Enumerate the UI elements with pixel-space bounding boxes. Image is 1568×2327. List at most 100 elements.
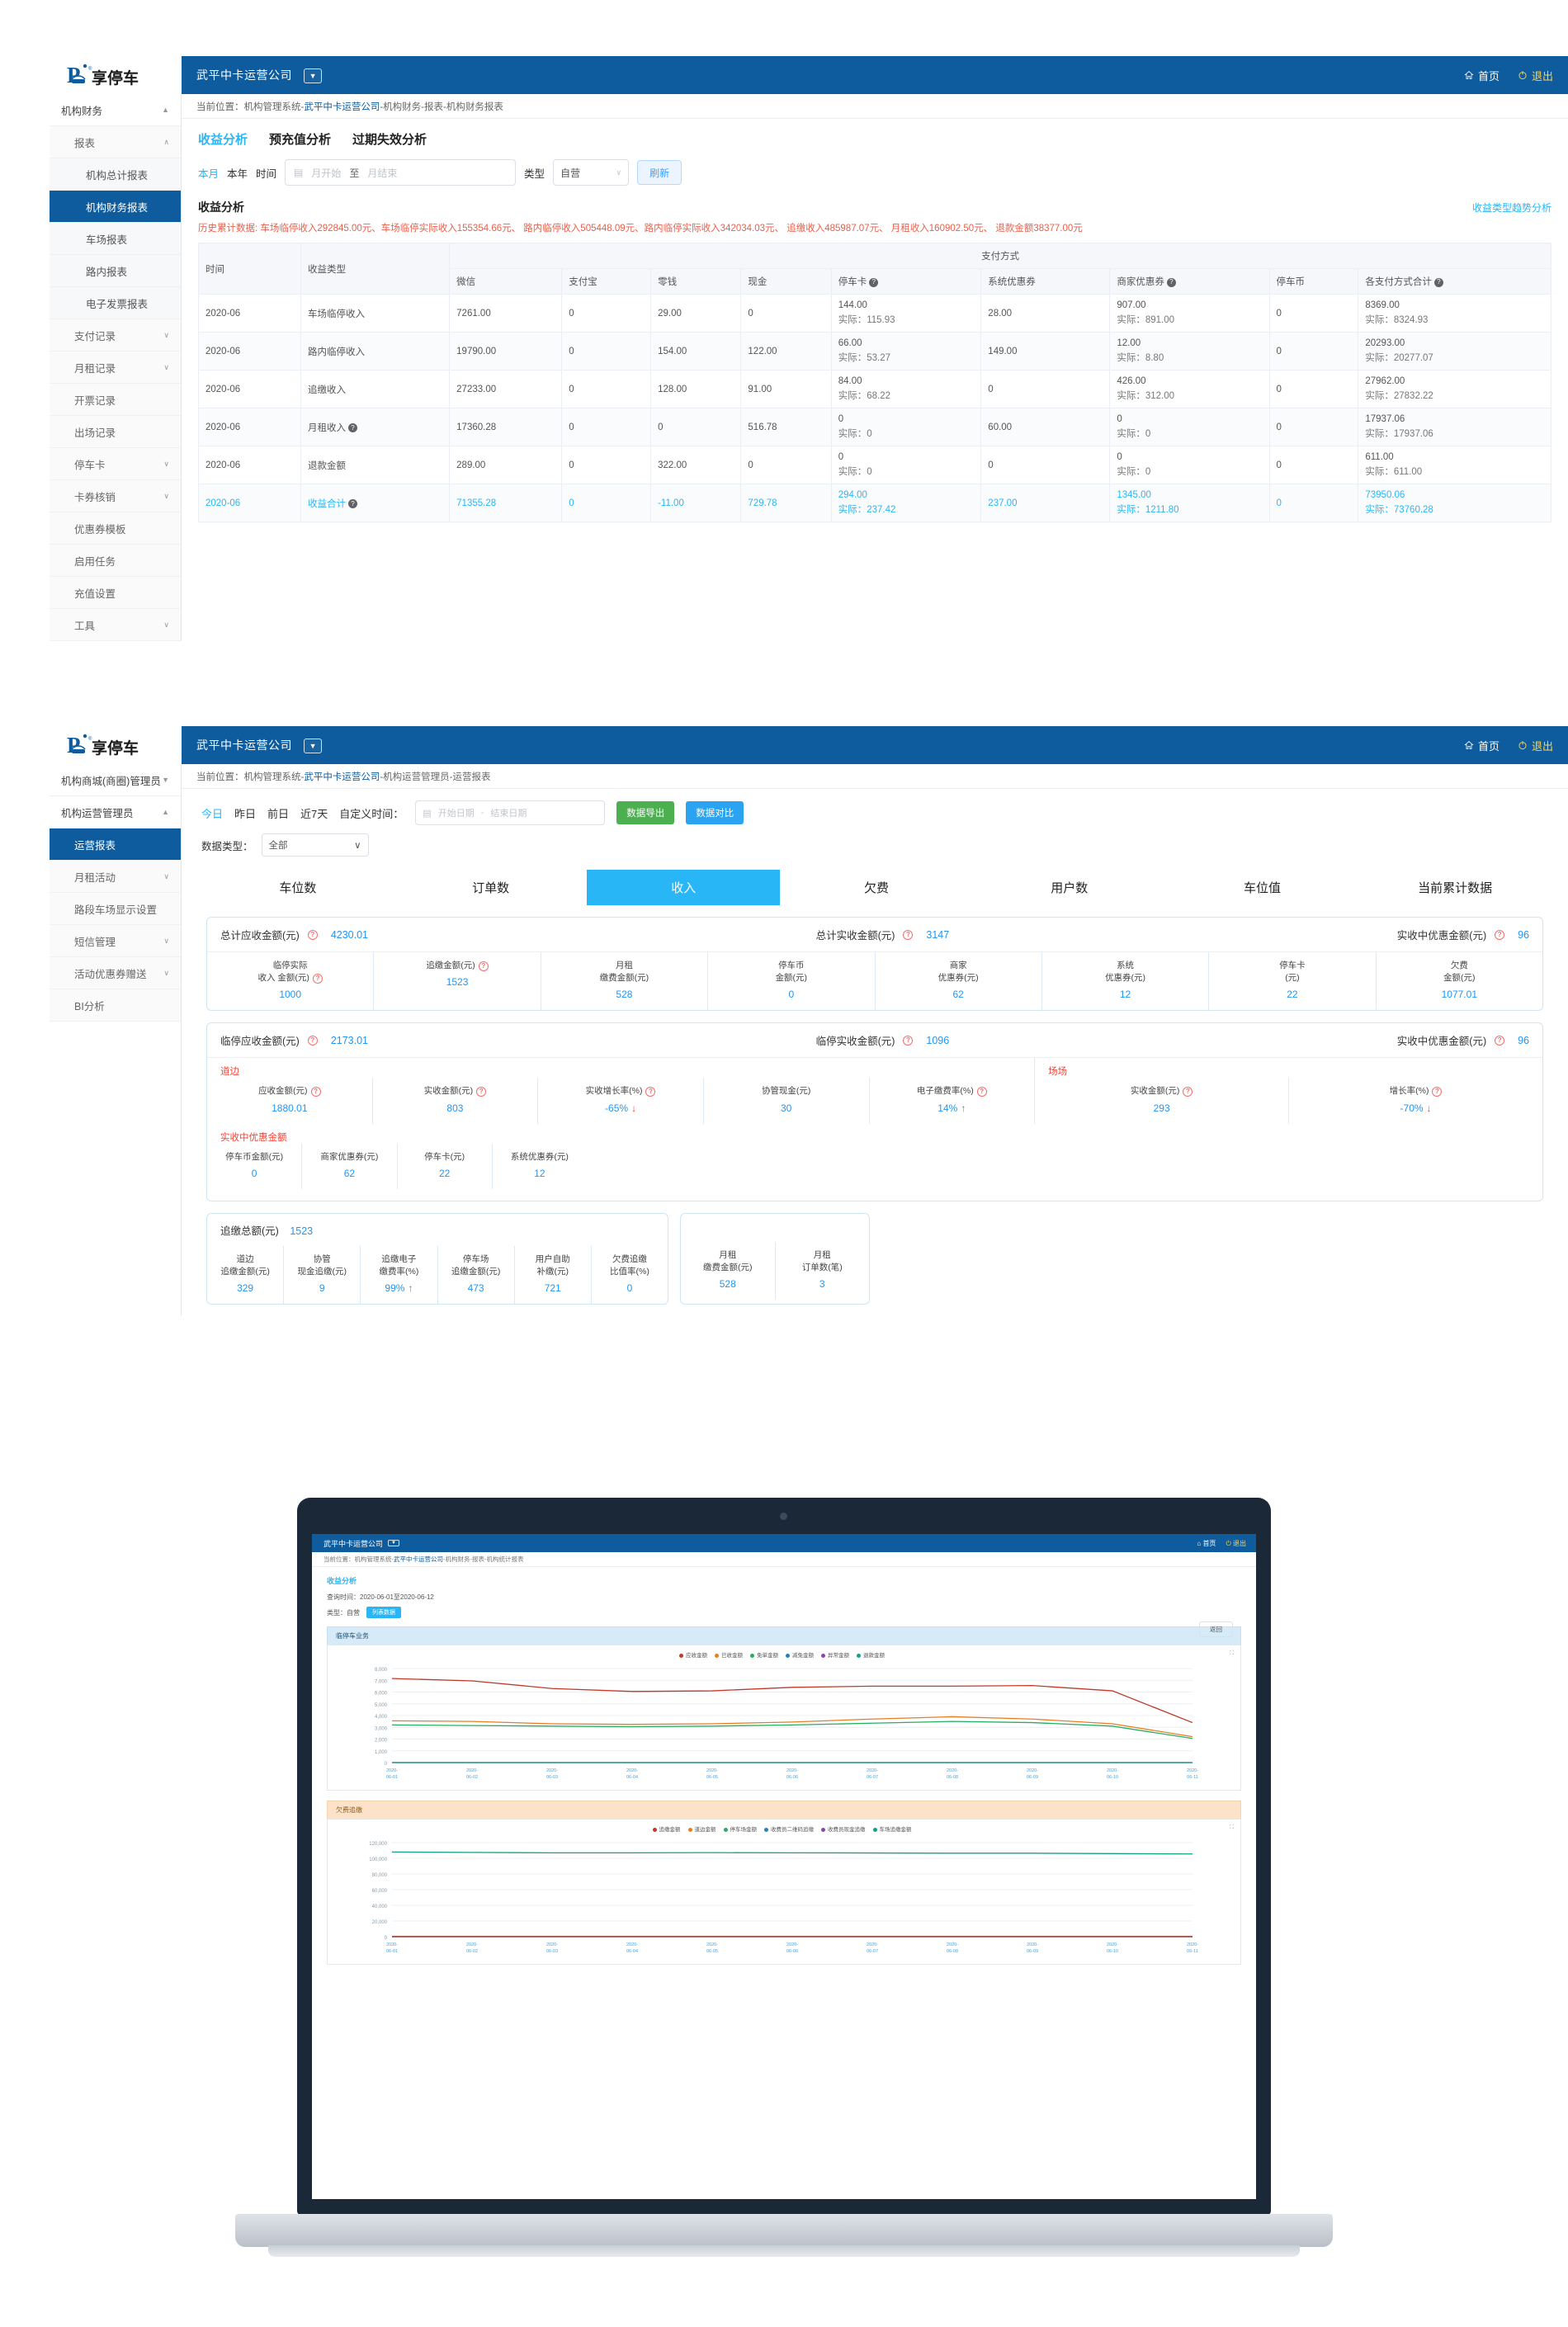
chevron-down-icon[interactable]: ▼ xyxy=(304,68,322,83)
refresh-button[interactable]: 刷新 xyxy=(637,160,682,185)
help-icon[interactable]: ? xyxy=(1167,278,1176,287)
sidebar-item-5[interactable]: 路内报表 xyxy=(50,255,181,287)
home-button[interactable]: 首页 xyxy=(1464,738,1500,753)
help-icon[interactable]: ? xyxy=(903,1036,913,1045)
metric-tab-4[interactable]: 用户数 xyxy=(973,870,1166,905)
sidebar-item-8[interactable]: 月租记录∨ xyxy=(50,352,181,384)
help-icon[interactable]: ? xyxy=(313,974,323,984)
help-icon[interactable]: ? xyxy=(645,1087,655,1097)
sidebar-item-7[interactable]: BI分析 xyxy=(50,989,181,1022)
metric-tab-2[interactable]: 收入 xyxy=(587,870,780,905)
list-data-badge[interactable]: 列表数据 xyxy=(366,1607,401,1618)
help-icon[interactable]: ? xyxy=(1183,1087,1193,1097)
sidebar-item-4[interactable]: 路段车场显示设置 xyxy=(50,893,181,925)
chart2-legend-item-1[interactable]: 道边金额 xyxy=(688,1824,716,1833)
sidebar-item-13[interactable]: 优惠券模板 xyxy=(50,512,181,545)
sidebar-item-10[interactable]: 出场记录 xyxy=(50,416,181,448)
trend-analysis-link[interactable]: 收益类型趋势分析 xyxy=(1472,201,1551,215)
metric-tab-5[interactable]: 车位值 xyxy=(1166,870,1359,905)
sidebar-item-15[interactable]: 充值设置 xyxy=(50,577,181,609)
filter-yesterday[interactable]: 昨日 xyxy=(234,805,256,821)
compare-data-button[interactable]: 数据对比 xyxy=(686,801,744,824)
chart1-legend-item-0[interactable]: 应收金额 xyxy=(679,1650,707,1659)
chart1-legend-item-5[interactable]: 退款金额 xyxy=(857,1650,885,1659)
chart1-legend-item-1[interactable]: 已收金额 xyxy=(715,1650,743,1659)
help-icon[interactable]: ? xyxy=(348,423,357,432)
chart2-legend-item-5[interactable]: 车场追缴金额 xyxy=(873,1824,912,1833)
filter-last-7-days[interactable]: 近7天 xyxy=(300,805,328,821)
metric-tab-1[interactable]: 订单数 xyxy=(394,870,588,905)
sidebar-item-16[interactable]: 工具∨ xyxy=(50,609,181,641)
logout-button[interactable]: 退出 xyxy=(1518,738,1553,753)
filter-this-year[interactable]: 本年 xyxy=(227,165,248,181)
sidebar-item-0[interactable]: 机构商城(商圈)管理员▼ xyxy=(50,764,181,796)
help-icon[interactable]: ? xyxy=(479,961,489,971)
logout-button[interactable]: 退出 xyxy=(1518,68,1553,83)
filter-this-month[interactable]: 本月 xyxy=(198,165,219,181)
sidebar-active-item-2[interactable]: 运营报表 xyxy=(50,828,181,861)
filter-day-before[interactable]: 前日 xyxy=(267,805,289,821)
help-icon[interactable]: ? xyxy=(977,1087,987,1097)
sidebar-item-2[interactable]: 机构总计报表 xyxy=(50,158,181,191)
sidebar-item-11[interactable]: 停车卡∨ xyxy=(50,448,181,480)
org-selector[interactable]: 武平中卡运营公司 ▼ xyxy=(196,67,322,83)
chevron-down-icon[interactable]: ▼ xyxy=(304,739,322,753)
brand-logo[interactable]: P ® 享停车 xyxy=(50,56,182,94)
brand-logo[interactable]: P ® 享停车 xyxy=(50,726,182,764)
sidebar-item-1[interactable]: 报表∧ xyxy=(50,126,181,158)
logout-button[interactable]: ⏻ 退出 xyxy=(1226,1539,1246,1548)
custom-date-range-input[interactable]: ▤ 开始日期 - 结束日期 xyxy=(415,800,605,825)
sidebar-item-0[interactable]: 机构财务▲ xyxy=(50,94,181,126)
export-data-button[interactable]: 数据导出 xyxy=(616,801,674,824)
filter-today[interactable]: 今日 xyxy=(201,805,223,821)
chart2-legend-item-3[interactable]: 收费员二维码追缴 xyxy=(764,1824,814,1833)
cell-value: 907.00 xyxy=(1117,300,1145,310)
back-button[interactable]: 返回 xyxy=(1199,1621,1233,1637)
help-icon[interactable]: ? xyxy=(348,499,357,508)
home-button[interactable]: ⌂ 首页 xyxy=(1197,1539,1216,1548)
chart2-legend-item-2[interactable]: 停车场金额 xyxy=(724,1824,758,1833)
sidebar-item-label: 机构商城(商圈)管理员 xyxy=(61,772,161,788)
metric-tab-6[interactable]: 当前累计数据 xyxy=(1358,870,1551,905)
help-icon[interactable]: ? xyxy=(903,930,913,940)
date-range-input[interactable]: ▤ 月开始 至 月结束 xyxy=(285,159,516,186)
sidebar-active-item-3[interactable]: 机构财务报表 xyxy=(50,191,181,223)
sidebar-item-9[interactable]: 开票记录 xyxy=(50,384,181,416)
cell-pay-6: 12.00实际：8.80 xyxy=(1110,333,1269,371)
chevron-down-icon[interactable]: ▼ xyxy=(388,1540,399,1546)
help-icon[interactable]: ? xyxy=(308,1036,318,1045)
expand-icon[interactable]: ⛶ xyxy=(1230,1824,1234,1831)
expand-icon[interactable]: ⛶ xyxy=(1230,1650,1234,1657)
metric-tab-3[interactable]: 欠费 xyxy=(780,870,973,905)
sidebar-item-12[interactable]: 卡券核销∨ xyxy=(50,480,181,512)
metric-tab-0[interactable]: 车位数 xyxy=(201,870,394,905)
sidebar-item-7[interactable]: 支付记录∨ xyxy=(50,319,181,352)
chart1-legend-item-4[interactable]: 异常金额 xyxy=(821,1650,849,1659)
help-icon[interactable]: ? xyxy=(308,930,318,940)
sidebar-item-1[interactable]: 机构运营管理员▲ xyxy=(50,796,181,828)
chart2-legend-item-0[interactable]: 追缴金额 xyxy=(653,1824,681,1833)
sidebar-item-3[interactable]: 月租活动∨ xyxy=(50,861,181,893)
chart1-legend-item-3[interactable]: 减免金额 xyxy=(786,1650,814,1659)
tab-1[interactable]: 预充值分析 xyxy=(269,130,331,148)
org-selector[interactable]: 武平中卡运营公司 ▼ xyxy=(196,737,322,753)
type-select[interactable]: 自营 ∨ xyxy=(553,159,629,186)
help-icon[interactable]: ? xyxy=(869,278,878,287)
chart1-legend-item-2[interactable]: 免单金额 xyxy=(750,1650,778,1659)
sidebar-item-5[interactable]: 短信管理∨ xyxy=(50,925,181,957)
help-icon[interactable]: ? xyxy=(1495,1036,1504,1045)
help-icon[interactable]: ? xyxy=(1495,930,1504,940)
sidebar-item-6[interactable]: 活动优惠券赠送∨ xyxy=(50,957,181,989)
sidebar-item-6[interactable]: 电子发票报表 xyxy=(50,287,181,319)
help-icon[interactable]: ? xyxy=(311,1087,321,1097)
tab-0[interactable]: 收益分析 xyxy=(198,130,248,148)
tab-2[interactable]: 过期失效分析 xyxy=(352,130,427,148)
datatype-select[interactable]: 全部 ∨ xyxy=(262,833,369,857)
sidebar-item-14[interactable]: 启用任务 xyxy=(50,545,181,577)
home-button[interactable]: 首页 xyxy=(1464,68,1500,83)
sidebar-item-4[interactable]: 车场报表 xyxy=(50,223,181,255)
help-icon[interactable]: ? xyxy=(1434,278,1443,287)
help-icon[interactable]: ? xyxy=(476,1087,486,1097)
help-icon[interactable]: ? xyxy=(1432,1087,1442,1097)
chart2-legend-item-4[interactable]: 收费员现金追缴 xyxy=(821,1824,866,1833)
